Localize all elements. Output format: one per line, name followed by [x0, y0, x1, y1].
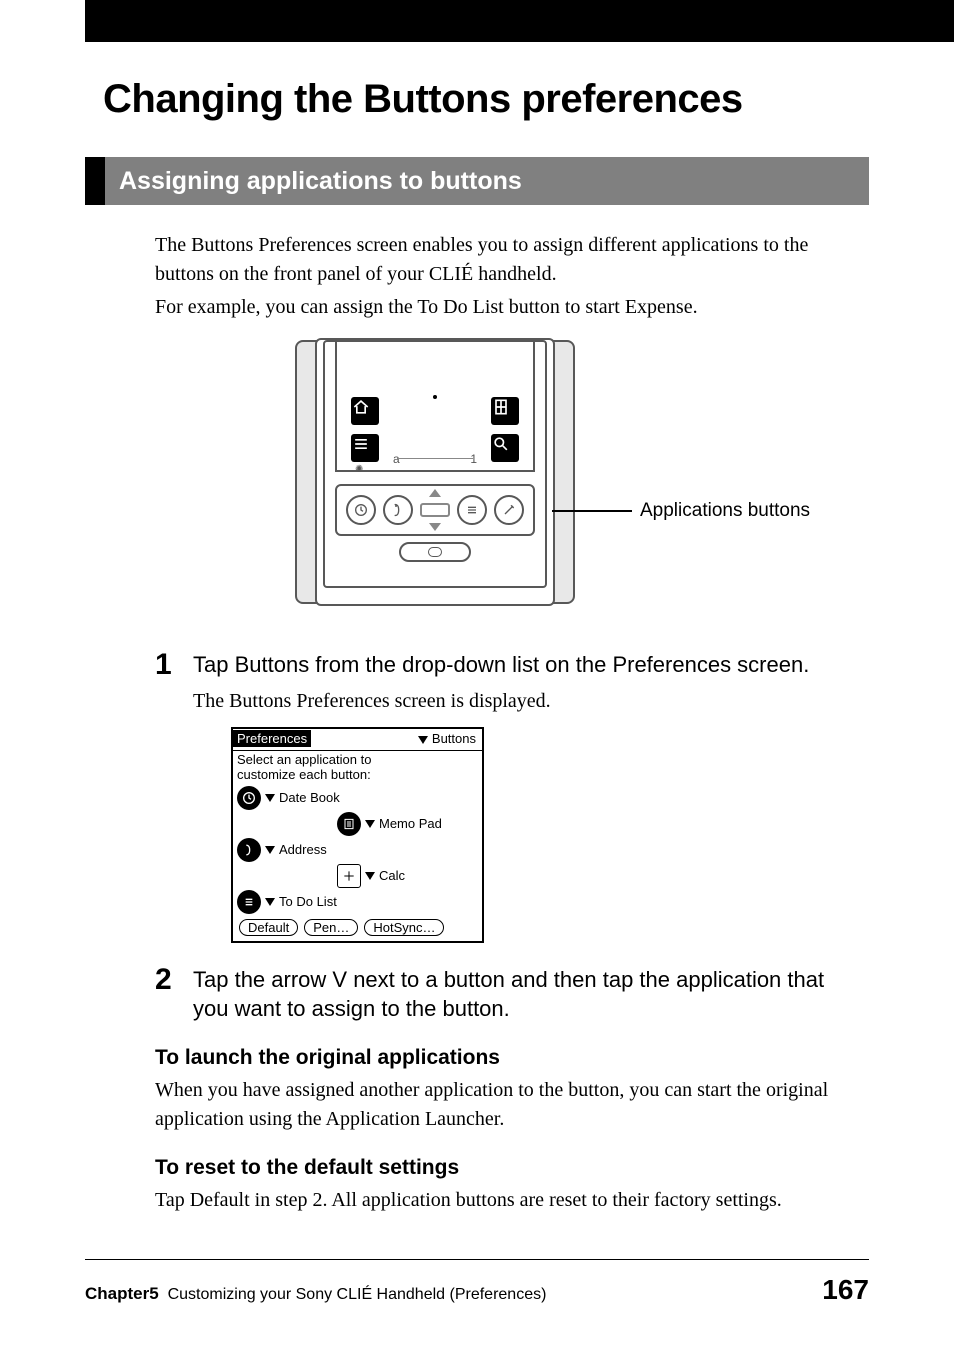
subtext-launch-original: When you have assigned another applicati… [155, 1076, 855, 1134]
page-footer: Chapter5 Customizing your Sony CLIÉ Hand… [85, 1259, 869, 1306]
todo-hw-button [457, 495, 487, 525]
screenshot-item-datebook: Date Book [279, 790, 340, 805]
step-number: 1 [155, 650, 193, 943]
steps-list: 1 Tap Buttons from the drop-down list on… [85, 620, 869, 1215]
screenshot-dropdown-label: Buttons [432, 731, 476, 746]
hardware-button-row [335, 484, 535, 536]
home-icon [351, 397, 379, 425]
graffiti-1-label: 1 [470, 452, 477, 466]
screenshot-item-address: Address [279, 842, 327, 857]
screenshot-item-calc: Calc [379, 868, 405, 883]
device-screen-area: a 1 ✺ [335, 340, 535, 472]
datebook-icon [237, 786, 261, 810]
footer-page-number: 167 [822, 1274, 869, 1306]
screenshot-instruction-2: customize each button: [237, 767, 478, 782]
subtext-reset-default: Tap Default in step 2. All application b… [155, 1186, 855, 1215]
footer-chapter-title: Customizing your Sony CLIÉ Handheld (Pre… [168, 1286, 547, 1303]
screenshot-instruction-1: Select an application to [237, 752, 478, 767]
screenshot-item-todolist: To Do List [279, 894, 337, 909]
section-title: Assigning applications to buttons [105, 157, 869, 205]
screenshot-hotsync-button: HotSync… [364, 919, 444, 936]
step-title: Tap the arrow V next to a button and the… [193, 965, 855, 1024]
page-content: Changing the Buttons preferences Assigni… [85, 42, 869, 1282]
screenshot-dropdown: Buttons [418, 731, 482, 746]
menu-icon [351, 434, 379, 462]
intro-paragraph-1: The Buttons Preferences screen enables y… [155, 231, 855, 289]
memo-hw-button [494, 495, 524, 525]
graffiti-a-label: a [393, 452, 400, 466]
contrast-icon: ✺ [355, 464, 363, 475]
todolist-icon [237, 890, 261, 914]
address-hw-button [383, 495, 413, 525]
subheading-launch-original: To launch the original applications [155, 1046, 855, 1070]
step-number: 2 [155, 965, 193, 1024]
screenshot-default-button: Default [239, 919, 298, 936]
intro-text-block: The Buttons Preferences screen enables y… [85, 205, 869, 322]
step-2: 2 Tap the arrow V next to a button and t… [155, 965, 855, 1024]
screenshot-pen-button: Pen… [304, 919, 358, 936]
device-illustration: a 1 ✺ [295, 340, 575, 604]
jog-dial [420, 489, 450, 531]
subheading-reset-default: To reset to the default settings [155, 1156, 855, 1180]
preferences-screenshot: Preferences Buttons Select an applicatio… [231, 727, 484, 943]
screenshot-title: Preferences [233, 730, 311, 747]
callout-line [552, 510, 632, 512]
device-figure: a 1 ✺ Applications butto [85, 340, 869, 610]
page-title: Changing the Buttons preferences [85, 42, 869, 157]
section-accent-bar [85, 157, 105, 205]
device-hinge [399, 542, 471, 562]
intro-paragraph-2: For example, you can assign the To Do Li… [155, 293, 855, 322]
footer-chapter: Chapter5 Customizing your Sony CLIÉ Hand… [85, 1284, 546, 1304]
step-1: 1 Tap Buttons from the drop-down list on… [155, 650, 855, 943]
calc-icon [491, 397, 519, 425]
section-header: Assigning applications to buttons [85, 157, 869, 205]
address-icon [237, 838, 261, 862]
calc-icon [337, 864, 361, 888]
memopad-icon [337, 812, 361, 836]
screenshot-item-memopad: Memo Pad [379, 816, 442, 831]
step-subtext: The Buttons Preferences screen is displa… [193, 690, 855, 713]
figure-callout-label: Applications buttons [640, 500, 810, 522]
footer-chapter-number: Chapter5 [85, 1284, 159, 1303]
header-black-bar [85, 0, 954, 42]
step-title: Tap Buttons from the drop-down list on t… [193, 650, 855, 680]
datebook-hw-button [346, 495, 376, 525]
find-icon [491, 434, 519, 462]
